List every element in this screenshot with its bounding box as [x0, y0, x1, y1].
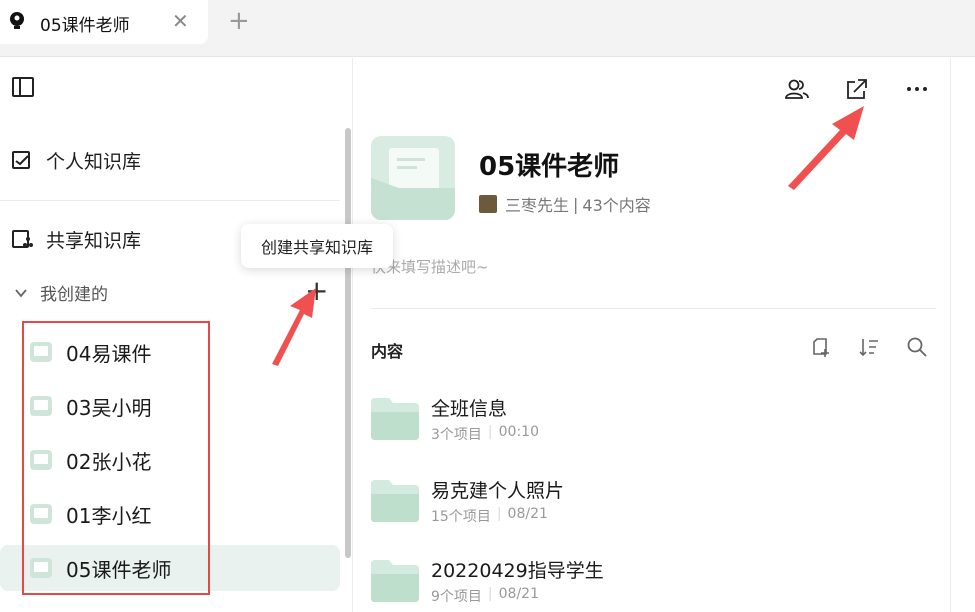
new-doc-icon[interactable] [810, 336, 832, 358]
folder-icon [371, 398, 419, 440]
item-time: 08/21 [498, 586, 539, 602]
owner-separator: | [573, 194, 579, 214]
item-count: 15个项目 [431, 509, 491, 525]
item-name: 易克建个人照片 [431, 480, 565, 502]
folder-cover-icon [371, 148, 455, 220]
kb-title: 05课件老师 [479, 152, 620, 182]
item-time: 08/21 [507, 506, 548, 522]
bulb-icon [10, 12, 24, 29]
content-count: 43个内容 [582, 196, 651, 215]
owner-name[interactable]: 三枣先生 [505, 192, 569, 216]
new-tab-button[interactable]: + [228, 7, 250, 35]
shared-library-icon [12, 230, 33, 248]
sidebar-item-label: 共享知识库 [46, 229, 142, 252]
sort-icon[interactable] [858, 336, 880, 358]
list-item[interactable]: 20220429指导学生 9个项目 | 08/21 [371, 556, 931, 612]
content-heading: 内容 [371, 342, 404, 361]
list-item[interactable]: 易克建个人照片 15个项目 | 08/21 [371, 476, 931, 536]
kb-owner-line: 三枣先生 | 43个内容 [479, 192, 651, 216]
annotation-arrow [788, 106, 864, 190]
item-name: 全班信息 [431, 398, 508, 420]
group-label: 我创建的 [40, 285, 108, 305]
annotation-arrow [272, 288, 316, 366]
item-count: 9个项目 [431, 589, 482, 605]
group-created-by-me[interactable]: 我创建的 [14, 280, 108, 305]
item-meta: 15个项目 | 08/21 [431, 506, 548, 526]
folder-icon [371, 480, 419, 522]
item-count: 3个项目 [431, 427, 482, 443]
right-panel-edge [950, 58, 975, 612]
kb-cover[interactable] [371, 136, 455, 220]
personal-library-icon [12, 151, 30, 169]
tab-bar: 05课件老师 ✕ + [0, 0, 975, 57]
share-icon[interactable] [844, 76, 870, 102]
search-icon[interactable] [906, 336, 928, 358]
meta-separator: | [487, 586, 493, 602]
members-icon[interactable] [784, 76, 810, 102]
tab-title: 05课件老师 [40, 16, 130, 36]
annotation-highlight-box [22, 321, 210, 595]
avatar [479, 195, 497, 213]
chevron-down-icon [15, 288, 27, 297]
tab-active[interactable]: 05课件老师 ✕ [0, 0, 208, 44]
meta-separator: | [496, 506, 502, 522]
divider [371, 308, 936, 309]
tooltip: 创建共享知识库 [241, 224, 393, 268]
meta-separator: | [487, 424, 493, 440]
sidebar-item-personal[interactable]: 个人知识库 [10, 142, 141, 178]
close-icon[interactable]: ✕ [172, 9, 189, 33]
item-name: 20220429指导学生 [431, 560, 604, 582]
item-time: 00:10 [498, 424, 539, 440]
list-item[interactable]: 全班信息 3个项目 | 00:10 [371, 394, 931, 454]
sidebar-item-label: 个人知识库 [46, 150, 142, 173]
folder-icon [371, 560, 419, 602]
item-meta: 9个项目 | 08/21 [431, 586, 539, 606]
item-meta: 3个项目 | 00:10 [431, 424, 539, 444]
sidebar-item-shared[interactable]: 共享知识库 [10, 221, 141, 257]
more-icon[interactable] [904, 76, 930, 102]
sidebar-scrollbar[interactable] [345, 128, 351, 558]
divider [0, 200, 340, 201]
sidebar-toggle-icon[interactable] [12, 77, 34, 97]
